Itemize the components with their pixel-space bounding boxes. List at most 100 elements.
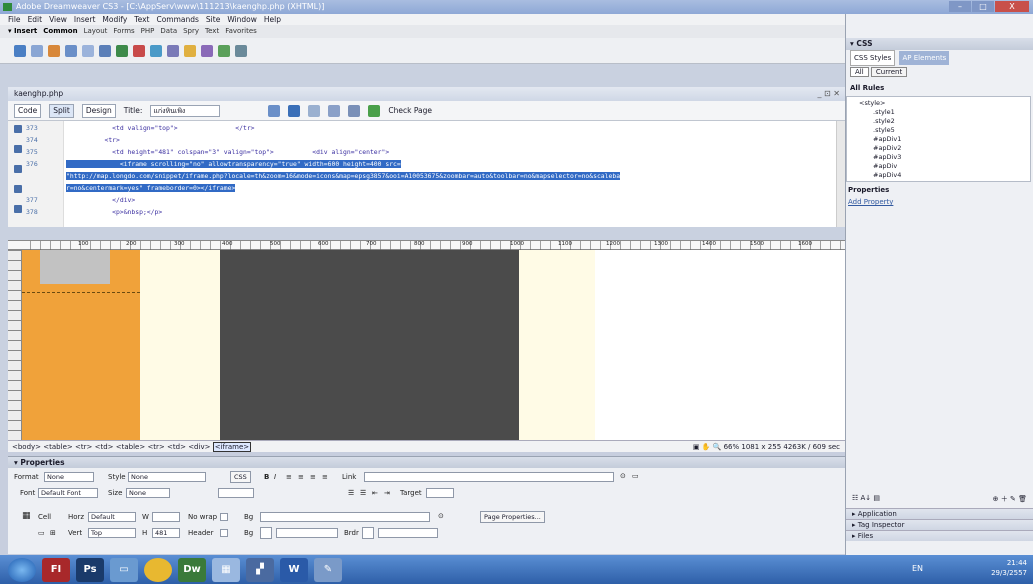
insert-toggle[interactable]: ▾ Insert xyxy=(8,25,37,38)
taskbar-tool[interactable]: ✎ xyxy=(314,557,342,582)
taskbar-calculator[interactable]: ▦ xyxy=(212,557,240,582)
border-color-input[interactable] xyxy=(378,528,438,538)
nowrap-checkbox[interactable] xyxy=(220,513,228,521)
select-tool-icon[interactable]: ▣ xyxy=(693,443,700,451)
div-icon[interactable] xyxy=(82,44,94,57)
placeholder-image[interactable] xyxy=(40,250,110,284)
code-line[interactable]: <tr> xyxy=(66,136,119,144)
all-button[interactable]: All xyxy=(850,67,869,77)
template-icon[interactable] xyxy=(218,44,230,57)
refresh-icon[interactable] xyxy=(308,104,321,117)
border-color-swatch[interactable] xyxy=(362,527,374,539)
start-button[interactable] xyxy=(8,557,36,582)
bg-color-input[interactable] xyxy=(276,528,338,538)
code-view-button[interactable]: Code xyxy=(14,103,42,118)
code-line-selected[interactable]: r=no&centermark=yes" frameborder=0></ifr… xyxy=(66,184,236,192)
size-unit-select[interactable] xyxy=(218,488,254,498)
table-icon[interactable] xyxy=(65,44,77,57)
balance-braces-icon[interactable] xyxy=(14,205,22,213)
indent-icon[interactable]: ⇥ xyxy=(384,489,390,497)
code-line[interactable]: <p>&nbsp;</p> xyxy=(66,208,162,216)
media-icon[interactable] xyxy=(116,44,128,57)
check-page-button[interactable]: Check Page xyxy=(388,106,432,115)
design-view-button[interactable]: Design xyxy=(81,103,116,118)
comment-icon[interactable] xyxy=(167,44,179,57)
tag-div[interactable]: <div> xyxy=(188,443,210,451)
system-clock[interactable]: 21:44 29/3/2557 xyxy=(991,558,1027,578)
bg-image-input[interactable] xyxy=(260,512,430,522)
style-select[interactable]: None xyxy=(128,472,206,482)
header-checkbox[interactable] xyxy=(220,529,228,537)
menu-view[interactable]: View xyxy=(49,14,67,25)
tag-iframe-selected[interactable]: <iframe> xyxy=(212,442,252,452)
point-to-file-icon[interactable]: ⊙ xyxy=(438,512,444,520)
insert-tab-text[interactable]: Text xyxy=(205,25,219,38)
tag-body[interactable]: <body> xyxy=(12,443,41,451)
menu-modify[interactable]: Modify xyxy=(102,14,127,25)
css-rules-tree[interactable]: <style> .style1 .style2 .style5 #apDiv1 … xyxy=(846,96,1031,182)
menu-edit[interactable]: Edit xyxy=(28,14,43,25)
menu-window[interactable]: Window xyxy=(227,14,257,25)
insert-tab-layout[interactable]: Layout xyxy=(84,25,108,38)
insert-tab-php[interactable]: PHP xyxy=(141,25,155,38)
justify-icon[interactable]: ≡ xyxy=(322,473,328,481)
code-line[interactable]: <td valign="top"> </tr> xyxy=(66,124,254,132)
merge-cells-icon[interactable]: ▭ xyxy=(38,529,45,537)
files-panel[interactable]: ▸ Files xyxy=(846,530,1033,541)
open-documents-icon[interactable] xyxy=(14,125,22,133)
tab-css-styles[interactable]: CSS Styles xyxy=(850,50,896,66)
tag-td[interactable]: <td> xyxy=(95,443,114,451)
taskbar-dreamweaver[interactable]: Dw xyxy=(178,557,206,582)
page-properties-button[interactable]: Page Properties... xyxy=(480,511,545,523)
server-side-include-icon[interactable] xyxy=(150,44,162,57)
new-rule-icon[interactable]: ＋ xyxy=(1001,495,1008,503)
image-icon[interactable] xyxy=(99,44,111,57)
script-icon[interactable] xyxy=(201,44,213,57)
horz-select[interactable]: Default xyxy=(88,512,136,522)
menu-file[interactable]: File xyxy=(8,14,21,25)
code-pane[interactable]: 373 374 375 376 377 378 <td valign="top"… xyxy=(8,121,846,227)
collapse-tag-icon[interactable] xyxy=(14,145,22,153)
code-line[interactable]: <td height="481" colspan="3" valign="top… xyxy=(66,148,389,156)
css-panel-header[interactable]: ▾ CSS xyxy=(846,38,1033,50)
hand-tool-icon[interactable]: ✋ xyxy=(702,443,711,451)
tag-chooser-icon[interactable] xyxy=(235,44,247,57)
preview-browser-icon[interactable] xyxy=(288,104,301,117)
maximize-button[interactable]: □ xyxy=(972,1,994,12)
target-select[interactable] xyxy=(426,488,454,498)
outdent-icon[interactable]: ⇤ xyxy=(372,489,378,497)
hyperlink-icon[interactable] xyxy=(14,44,26,57)
insert-tab-common[interactable]: Common xyxy=(43,25,77,38)
expand-all-icon[interactable] xyxy=(14,165,22,173)
list-number-icon[interactable]: ☰ xyxy=(360,489,366,497)
rule-item[interactable]: #apDiv3 xyxy=(873,153,901,161)
list-bullet-icon[interactable]: ☰ xyxy=(348,489,354,497)
align-right-icon[interactable]: ≡ xyxy=(310,473,316,481)
taskbar-chrome[interactable] xyxy=(144,557,172,582)
rule-item[interactable]: <style> xyxy=(859,99,885,107)
code-line-selected[interactable]: <iframe scrolling="no" allowtransparency… xyxy=(66,160,401,168)
left-column-block[interactable] xyxy=(22,250,140,440)
taskbar-flash[interactable]: FI xyxy=(42,557,70,582)
menu-site[interactable]: Site xyxy=(206,14,220,25)
rule-item[interactable]: #apDiv4 xyxy=(873,171,901,179)
insert-tab-favorites[interactable]: Favorites xyxy=(225,25,257,38)
design-pane[interactable] xyxy=(8,250,846,440)
browse-folder-icon[interactable]: ▭ xyxy=(632,472,639,480)
zoom-tool-icon[interactable]: 🔍 xyxy=(713,443,722,451)
size-select[interactable]: None xyxy=(126,488,170,498)
close-button[interactable]: X xyxy=(995,1,1029,12)
validate-markup-icon[interactable] xyxy=(368,104,381,117)
taskbar-explorer[interactable]: ▭ xyxy=(110,557,138,582)
document-window-controls[interactable]: _ ⊡ ✕ xyxy=(818,87,841,101)
iframe-map-placeholder[interactable] xyxy=(220,250,519,440)
properties-header[interactable]: ▾ Properties xyxy=(8,457,846,468)
title-input[interactable]: แก่งหินเพิง xyxy=(150,104,221,117)
tag-tr[interactable]: <tr> xyxy=(147,443,164,451)
rule-item[interactable]: #apDiv2 xyxy=(873,144,901,152)
spacer-column[interactable] xyxy=(140,250,220,440)
sort-icon[interactable]: A↓ xyxy=(861,494,872,502)
css-button[interactable]: CSS xyxy=(230,471,251,483)
bg-color-swatch[interactable] xyxy=(260,527,272,539)
minimize-button[interactable]: – xyxy=(949,1,971,12)
